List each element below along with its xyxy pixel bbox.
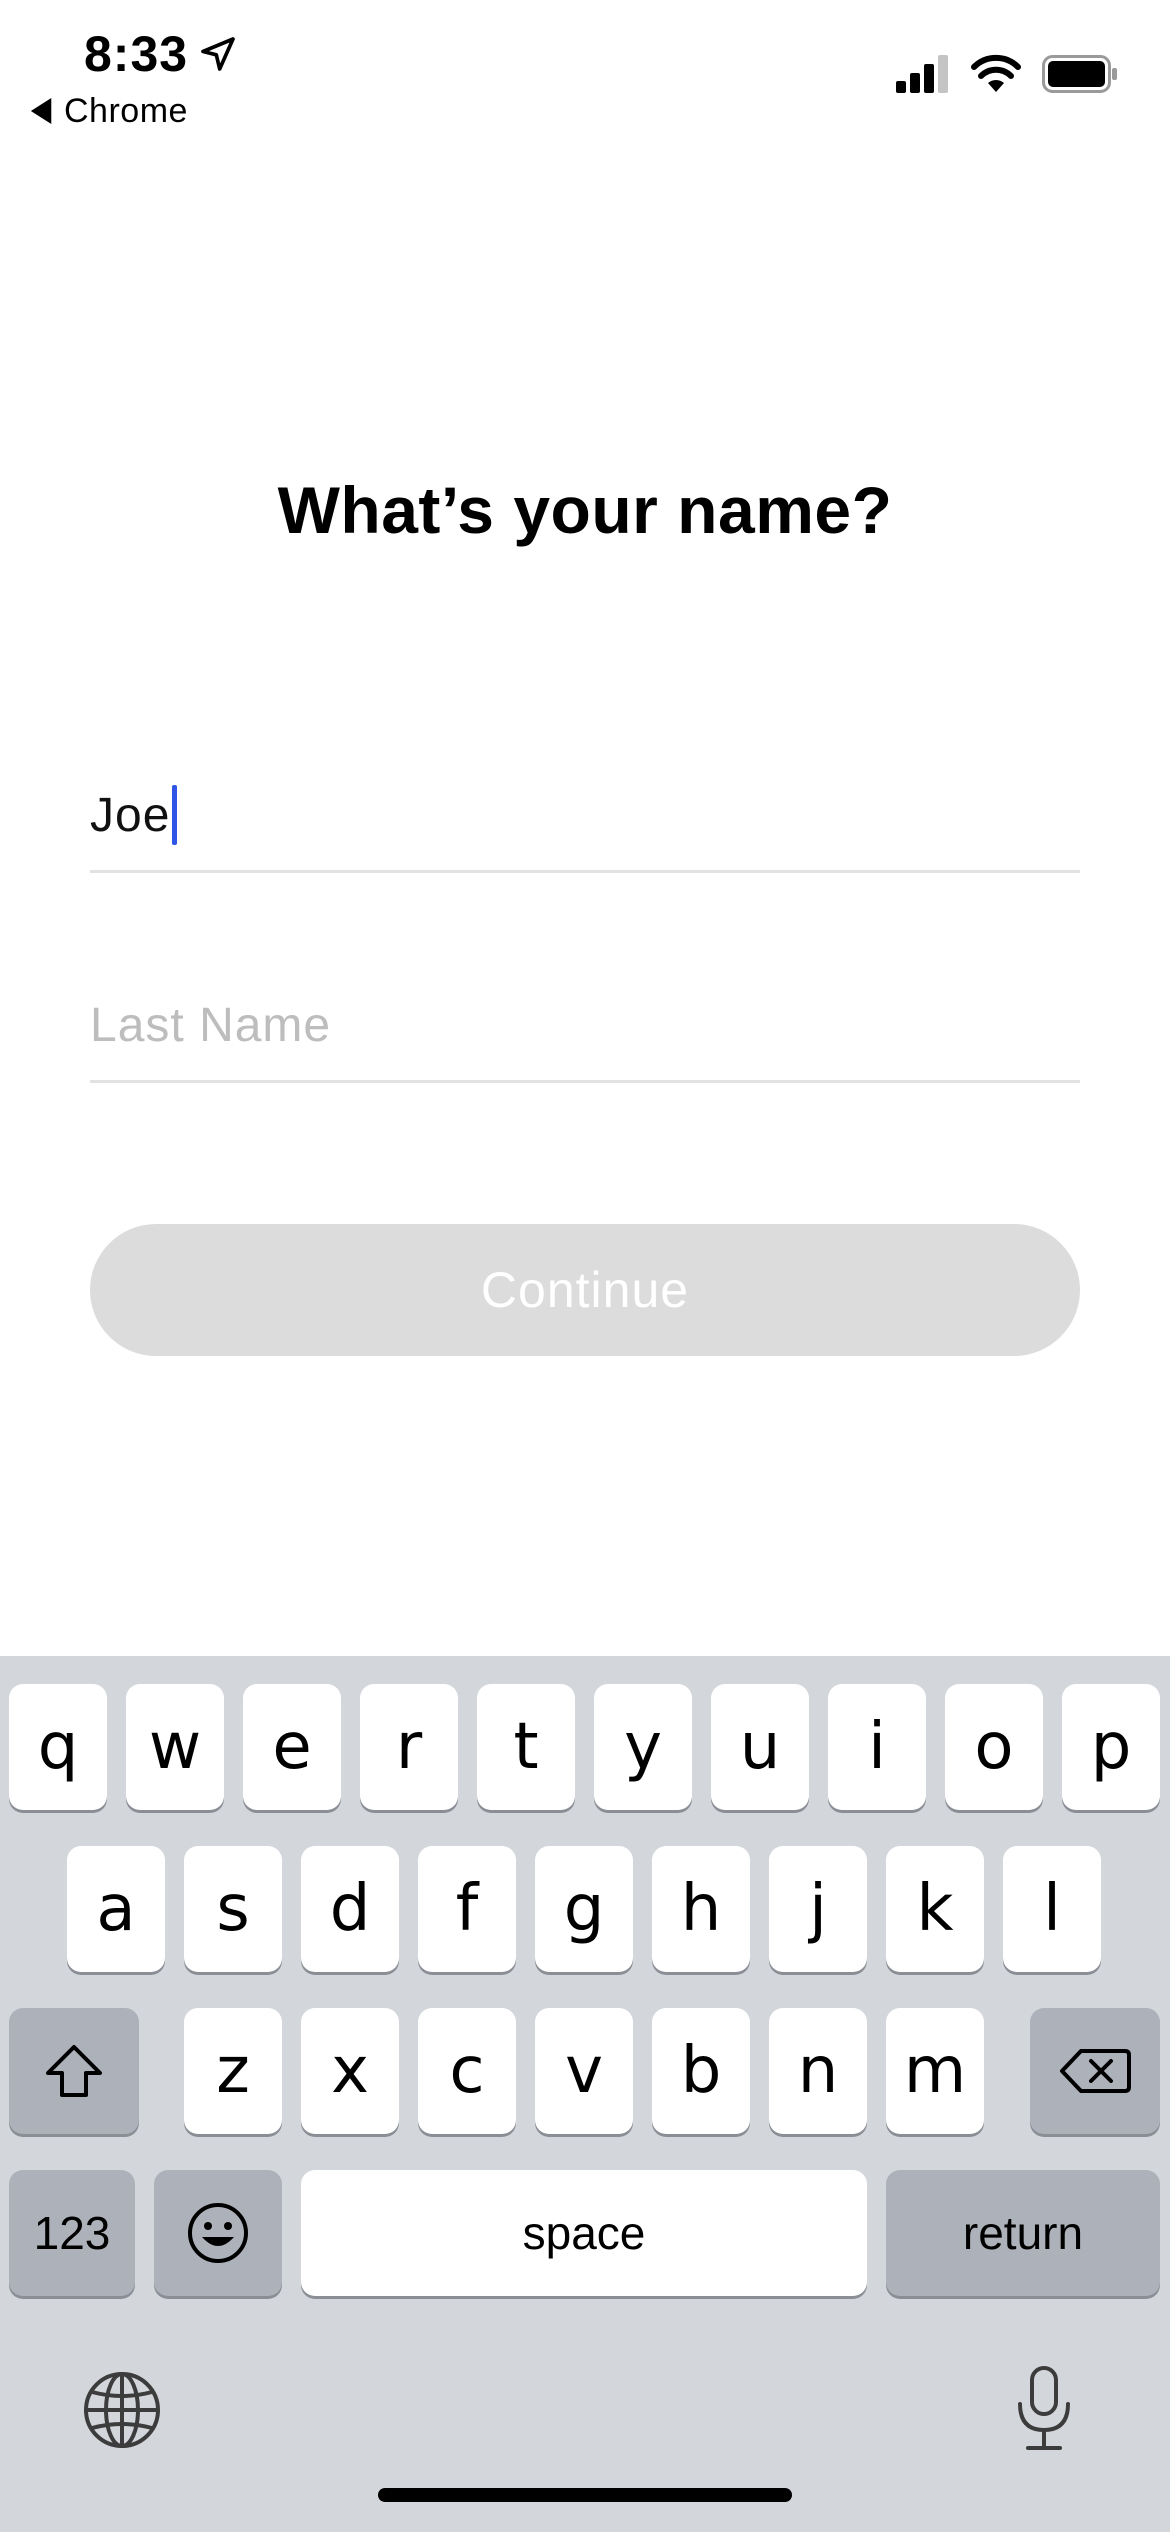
wifi-icon [971,54,1021,92]
page-title: What’s your name? [277,473,893,547]
return-key[interactable]: return [886,2170,1160,2296]
key-u[interactable]: u [711,1684,809,1810]
back-to-chrome-link[interactable]: Chrome [30,88,188,134]
key-t[interactable]: t [477,1684,575,1810]
key-y[interactable]: y [594,1684,692,1810]
status-time: 8:33 [84,22,238,86]
home-indicator[interactable] [378,2488,792,2502]
keyboard: q w e r t y u i o p a s d f g h j k l z … [0,1656,1170,2532]
key-n[interactable]: n [769,2008,867,2134]
key-x[interactable]: x [301,2008,399,2134]
first-name-field[interactable]: Joe [90,760,1080,873]
key-l[interactable]: l [1003,1846,1101,1972]
backspace-key[interactable] [1030,2008,1160,2134]
shift-icon [46,2045,102,2097]
last-name-field[interactable]: Last Name [90,970,1080,1083]
key-o[interactable]: o [945,1684,1043,1810]
battery-icon [1042,55,1117,93]
key-p[interactable]: p [1062,1684,1160,1810]
location-arrow-icon [201,37,235,71]
key-g[interactable]: g [535,1846,633,1972]
key-c[interactable]: c [418,2008,516,2134]
key-h[interactable]: h [652,1846,750,1972]
back-triangle-icon [30,98,52,124]
key-k[interactable]: k [886,1846,984,1972]
last-name-placeholder: Last Name [90,998,332,1052]
cellular-signal-icon [896,55,948,93]
space-key[interactable]: space [301,2170,867,2296]
shift-key[interactable] [9,2008,139,2134]
emoji-icon [188,2203,248,2263]
key-s[interactable]: s [184,1846,282,1972]
key-a[interactable]: a [67,1846,165,1972]
status-indicators [896,50,1118,98]
key-w[interactable]: w [126,1684,224,1810]
text-cursor [172,785,178,845]
key-v[interactable]: v [535,2008,633,2134]
backspace-icon [1060,2049,1131,2093]
key-j[interactable]: j [769,1846,867,1972]
key-i[interactable]: i [828,1684,926,1810]
numbers-key[interactable]: 123 [9,2170,135,2296]
key-m[interactable]: m [886,2008,984,2134]
first-name-value: Joe [90,788,171,842]
key-b[interactable]: b [652,2008,750,2134]
microphone-icon[interactable] [1012,2364,1076,2454]
key-r[interactable]: r [360,1684,458,1810]
emoji-key[interactable] [154,2170,282,2296]
back-app-label: Chrome [64,91,188,130]
globe-icon[interactable] [82,2370,162,2450]
key-q[interactable]: q [9,1684,107,1810]
key-z[interactable]: z [184,2008,282,2134]
key-f[interactable]: f [418,1846,516,1972]
key-d[interactable]: d [301,1846,399,1972]
key-e[interactable]: e [243,1684,341,1810]
status-time-text: 8:33 [84,26,189,82]
continue-button-label: Continue [480,1262,690,1318]
continue-button[interactable]: Continue [90,1224,1080,1356]
screen: 8:33 Chrome What’s your name? Joe Last N… [0,0,1170,2532]
